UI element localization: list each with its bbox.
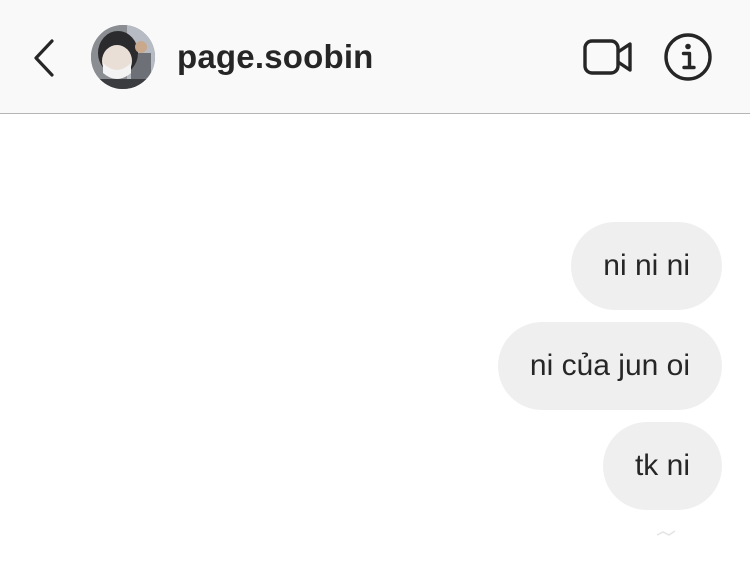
info-circle-icon <box>664 33 712 81</box>
video-call-button[interactable] <box>580 34 636 80</box>
seen-indicator-icon <box>656 530 676 536</box>
avatar[interactable] <box>91 25 155 89</box>
chat-username[interactable]: page.soobin <box>177 37 374 77</box>
chevron-left-icon <box>34 39 54 77</box>
chat-header: page.soobin <box>0 0 750 114</box>
message-bubble[interactable]: ni của jun oi <box>497 322 722 410</box>
info-button[interactable] <box>662 31 714 83</box>
chat-screen: page.soobin ni ni ni ni của jun oi tk ni <box>0 0 750 577</box>
profile-photo <box>91 25 155 89</box>
message-bubble[interactable]: tk ni <box>602 422 722 510</box>
back-button[interactable] <box>26 36 62 80</box>
message-bubble[interactable]: ni ni ni <box>571 222 722 310</box>
video-camera-icon <box>583 39 632 75</box>
